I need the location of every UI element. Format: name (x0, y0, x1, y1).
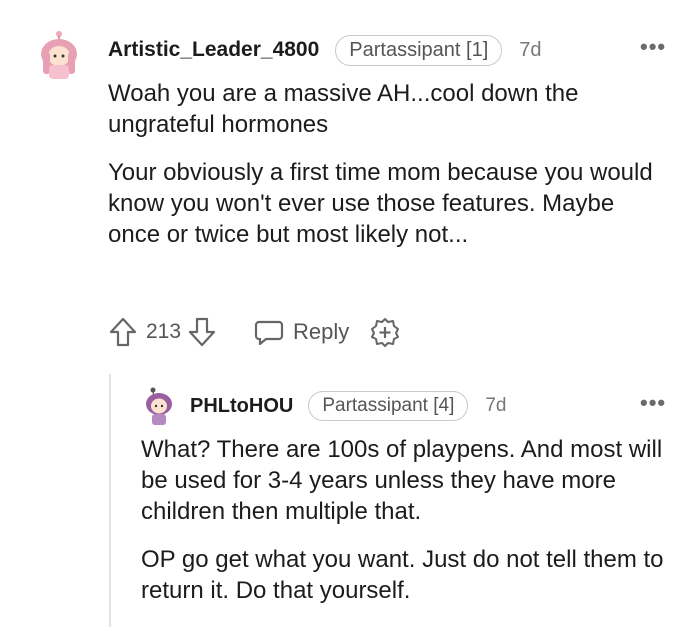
comment-paragraph: OP go get what you want. Just do not tel… (141, 546, 664, 604)
timestamp[interactable]: 7d (485, 395, 506, 417)
reply-button[interactable]: Reply (253, 316, 349, 348)
user-avatar-icon (146, 387, 172, 425)
downvote-icon[interactable] (187, 316, 217, 348)
reply-label: Reply (293, 319, 350, 344)
reply-comment: PHLtoHOU Partassipant [4] 7d ••• What? T… (0, 360, 700, 627)
more-options-icon[interactable]: ••• (640, 390, 666, 416)
award-icon[interactable] (369, 316, 401, 348)
username[interactable]: PHLtoHOU (190, 395, 293, 418)
reply-icon (254, 320, 284, 346)
timestamp[interactable]: 7d (519, 39, 541, 62)
avatar[interactable] (36, 28, 82, 82)
user-flair: Partassipant [4] (308, 391, 469, 421)
more-options-icon[interactable]: ••• (640, 34, 666, 60)
comment-actions: 213 Reply (108, 314, 401, 350)
user-flair: Partassipant [1] (335, 34, 503, 66)
upvote-icon[interactable] (108, 316, 138, 348)
comment: Artistic_Leader_4800 Partassipant [1] 7d… (0, 0, 700, 360)
comment-paragraph: Woah you are a massive AH...cool down th… (108, 80, 579, 138)
user-avatar-icon (41, 31, 77, 79)
comment-meta: PHLtoHOU Partassipant [4] 7d (190, 390, 507, 422)
username[interactable]: Artistic_Leader_4800 (108, 38, 319, 62)
avatar[interactable] (141, 386, 177, 428)
vote-score: 213 (146, 320, 182, 343)
comment-meta: Artistic_Leader_4800 Partassipant [1] 7d (108, 34, 542, 66)
comment-paragraph: What? There are 100s of playpens. And mo… (141, 436, 663, 525)
comment-body: What? There are 100s of playpens. And mo… (141, 434, 681, 606)
comment-body: Woah you are a massive AH...cool down th… (108, 78, 668, 250)
comment-paragraph: Your obviously a first time mom because … (108, 159, 653, 248)
